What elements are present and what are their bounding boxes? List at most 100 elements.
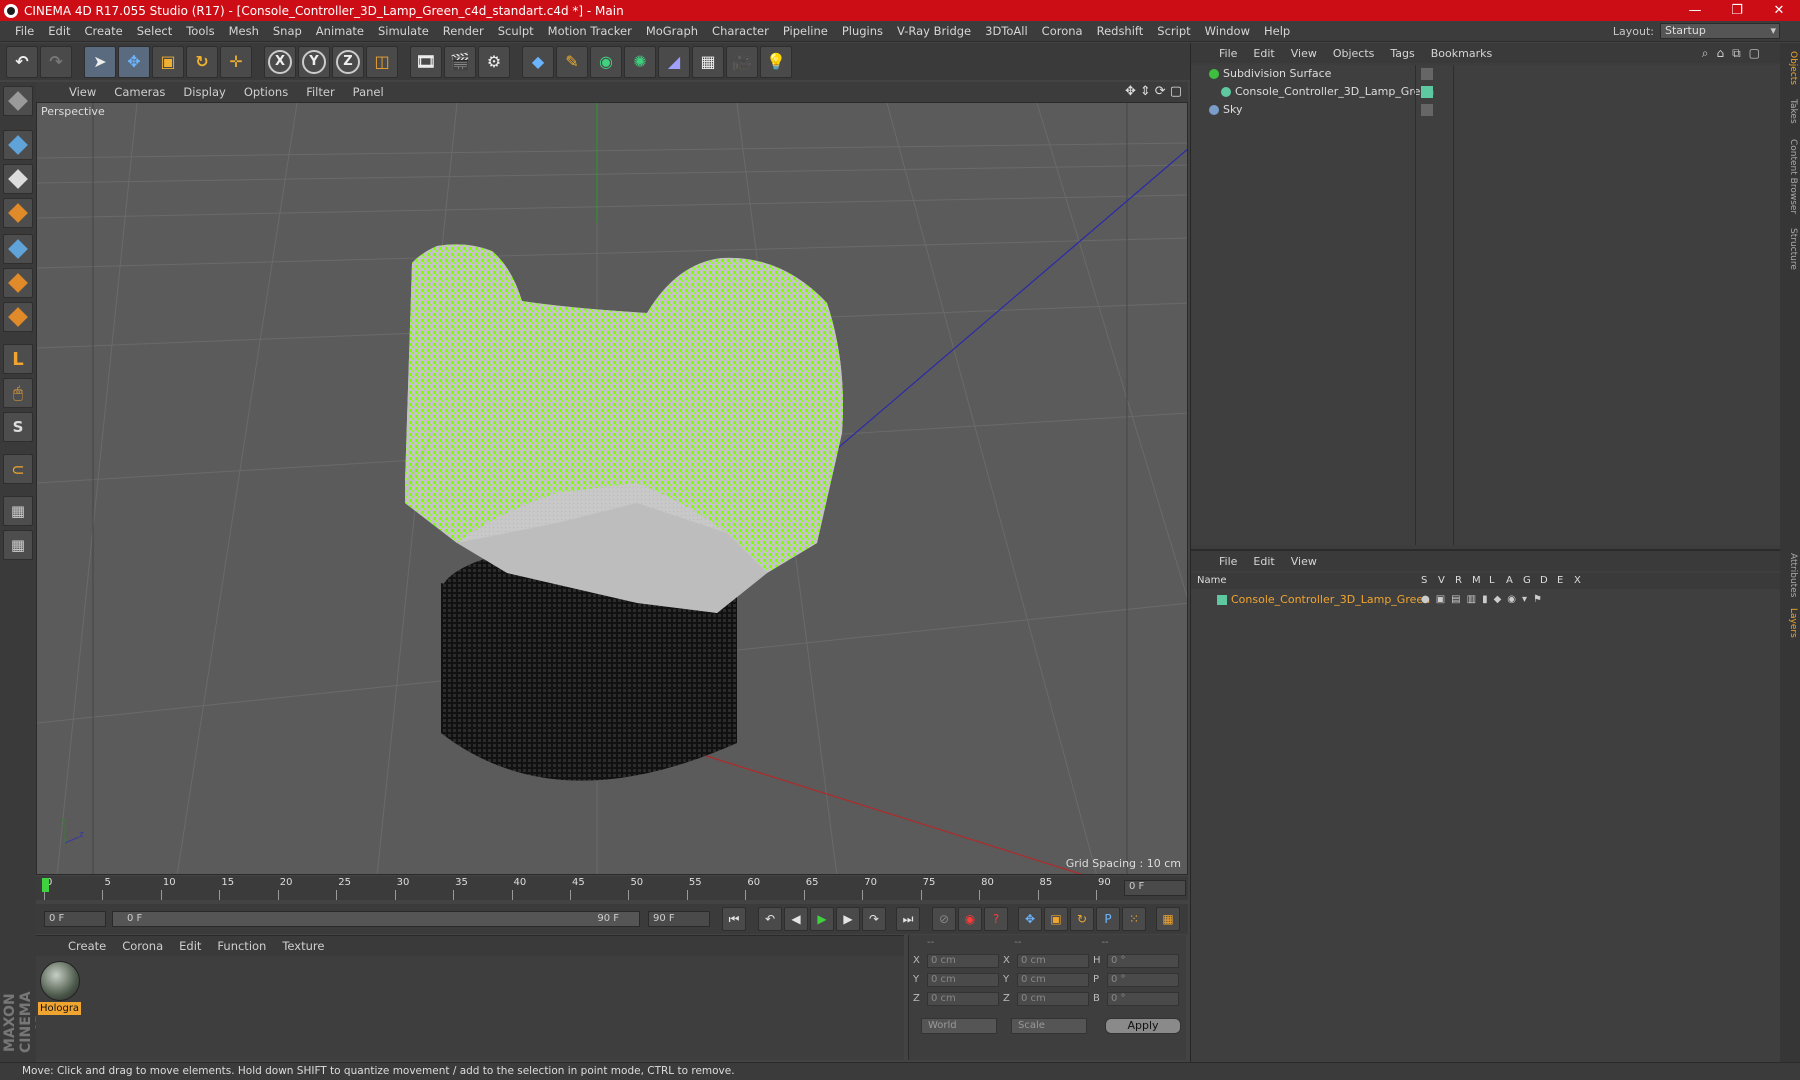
texture-mode-icon[interactable] [3,164,33,194]
coord-value-field[interactable]: 0 ° [1107,992,1179,1006]
viewport-maximize-icon[interactable]: ▢ [1170,84,1182,99]
material-menu-create[interactable]: Create [60,939,114,953]
key-pla-icon[interactable]: ⁙ [1122,907,1146,931]
layout-dropdown[interactable]: Startup [1660,23,1780,39]
menu-v-ray-bridge[interactable]: V-Ray Bridge [890,24,978,38]
coord-value-field[interactable]: 0 ° [1107,973,1179,987]
menu-select[interactable]: Select [130,24,179,38]
menu-script[interactable]: Script [1150,24,1197,38]
menu-edit[interactable]: Edit [41,24,77,38]
coord-value-field[interactable]: 0 ° [1107,954,1179,968]
object-name[interactable]: Console_Controller_3D_Lamp_Green [1235,83,1434,101]
tab-layers[interactable]: Layers [1782,608,1798,638]
menu-create[interactable]: Create [78,24,130,38]
camera-icon[interactable]: 🎥 [726,45,758,78]
x-axis-lock-icon[interactable]: X [264,45,296,78]
tab-content-browser[interactable]: Content Browser [1782,139,1798,214]
floor-scene-icon[interactable]: ▦ [692,45,724,78]
workplane-lock-icon[interactable]: ▦ [3,496,33,526]
viewport-menu-options[interactable]: Options [235,85,297,99]
layer-column-g[interactable]: G [1523,575,1531,586]
tab-takes[interactable]: Takes [1782,99,1798,124]
material-menu-function[interactable]: Function [209,939,274,953]
layer-column-l[interactable]: L [1489,575,1495,586]
preview-range-slider[interactable]: 0 F 90 F [112,911,640,927]
menu-animate[interactable]: Animate [309,24,371,38]
menu-redshift[interactable]: Redshift [1090,24,1151,38]
axis-mode-icon[interactable]: L [3,344,33,374]
coordinate-system-icon[interactable]: ◫ [366,45,398,78]
subdivision-generator-icon[interactable]: ◉ [590,45,622,78]
objects-menu-file[interactable]: File [1211,47,1245,60]
tab-structure[interactable]: Structure [1782,228,1798,270]
workplane-mode-icon[interactable] [3,198,33,228]
layer-column-r[interactable]: R [1455,575,1462,586]
material-menu-texture[interactable]: Texture [274,939,332,953]
layer-column-x[interactable]: X [1574,575,1581,586]
perspective-viewport[interactable]: y z Perspective Grid Spacing : 10 cm [36,102,1188,875]
render-to-picture-viewer-icon[interactable]: 🎬 [444,45,476,78]
spline-pen-icon[interactable]: ✎ [556,45,588,78]
panel-lock-icon[interactable]: ▢ [1749,46,1760,61]
object-visibility-toggles[interactable] [1421,68,1433,80]
menu-simulate[interactable]: Simulate [371,24,436,38]
layer-column-d[interactable]: D [1540,575,1548,586]
object-visibility-toggles[interactable] [1421,104,1433,116]
viewport-menu-filter[interactable]: Filter [297,85,343,99]
new-view-icon[interactable]: ⧉ [1732,46,1741,61]
current-frame-field[interactable]: 0 F [1124,880,1186,896]
model-mode-icon[interactable] [3,130,33,160]
viewport-scroll-icon[interactable]: ⇕ [1140,84,1151,99]
y-axis-lock-icon[interactable]: Y [298,45,330,78]
material-menu-corona[interactable]: Corona [114,939,171,953]
menu-plugins[interactable]: Plugins [835,24,890,38]
layer-column-v[interactable]: V [1438,575,1445,586]
menu-tools[interactable]: Tools [179,24,221,38]
layer-name[interactable]: Console_Controller_3D_Lamp_Green [1231,591,1430,609]
layer-toggles[interactable]: ●▣▤▥▮◆◉▾⚑ [1421,591,1548,609]
record-icon[interactable]: ◉ [958,907,982,931]
end-frame-field[interactable]: 90 F [648,911,710,927]
menu-sculpt[interactable]: Sculpt [491,24,541,38]
key-parameter-icon[interactable]: P [1096,907,1120,931]
apply-button[interactable]: Apply [1105,1018,1181,1034]
tab-attributes[interactable]: Attributes [1782,553,1798,597]
polygons-mode-icon[interactable] [3,302,33,332]
redo-icon[interactable]: ↷ [40,45,72,78]
layers-menu-view[interactable]: View [1283,555,1325,568]
key-scale-icon[interactable]: ▣ [1044,907,1068,931]
coord-mode-dropdown[interactable]: Scale [1011,1018,1087,1034]
close-button[interactable]: ✕ [1758,0,1800,21]
deformer-icon[interactable]: ◢ [658,45,690,78]
key-rotation-icon[interactable]: ↻ [1070,907,1094,931]
menu-window[interactable]: Window [1198,24,1257,38]
render-settings-icon[interactable]: ⚙ [478,45,510,78]
objects-menu-bookmarks[interactable]: Bookmarks [1423,47,1500,60]
home-icon[interactable]: ⌂ [1716,46,1724,61]
select-tool-icon[interactable]: ➤ [84,45,116,78]
coord-value-field[interactable]: 0 cm [927,973,999,987]
menu-mesh[interactable]: Mesh [222,24,266,38]
viewport-menu-cameras[interactable]: Cameras [105,85,174,99]
layer-column-m[interactable]: M [1472,575,1481,586]
menu-help[interactable]: Help [1257,24,1297,38]
move-tool-icon[interactable]: ✥ [118,45,150,78]
objects-menu-tags[interactable]: Tags [1382,47,1422,60]
light-icon[interactable]: 💡 [760,45,792,78]
coord-space-dropdown[interactable]: World [921,1018,997,1034]
make-editable-icon[interactable] [3,86,33,116]
coord-value-field[interactable]: 0 cm [927,992,999,1006]
menu-corona[interactable]: Corona [1035,24,1090,38]
previous-frame-icon[interactable]: ◀ [784,907,808,931]
layer-column-a[interactable]: A [1506,575,1513,586]
rotate-tool-icon[interactable]: ↻ [186,45,218,78]
layer-row[interactable]: Console_Controller_3D_Lamp_Green ●▣▤▥▮◆◉… [1191,591,1781,609]
snap-icon[interactable]: ⊂ [3,454,33,484]
objects-menu-edit[interactable]: Edit [1245,47,1282,60]
timeline-ruler[interactable]: 0 5 10 15 20 25 30 35 40 45 50 55 60 65 70 75 80 85 90 0 F [36,876,1188,900]
transform-tool-icon[interactable]: ✛ [220,45,252,78]
object-row[interactable]: Sky [1191,101,1781,119]
go-to-start-icon[interactable]: ⏮ [722,907,746,931]
autokey-icon[interactable]: ? [984,907,1008,931]
menu-snap[interactable]: Snap [266,24,309,38]
